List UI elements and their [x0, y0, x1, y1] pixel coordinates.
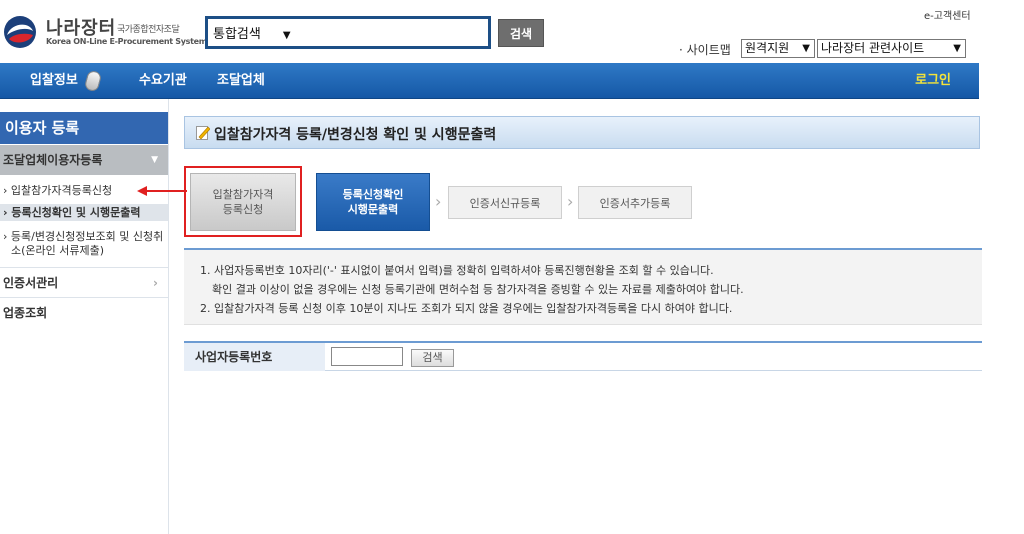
mouse-icon	[83, 69, 103, 93]
search-type-label: 통합검색	[213, 27, 261, 42]
notice-box: 1. 사업자등록번호 10자리('-' 표시없이 붙여서 입력)를 정확히 입력…	[184, 248, 982, 325]
related-sites-label: 나라장터 관련사이트	[821, 41, 925, 55]
chevron-right-icon: ›	[567, 192, 574, 211]
chevron-down-icon: ▼	[953, 43, 961, 54]
bizno-input[interactable]	[331, 347, 403, 366]
main-nav-bar: 입찰정보 수요기관 조달업체 로그인	[0, 63, 979, 99]
sidebar-group-label: 조달업체이용자등록	[3, 153, 103, 167]
nav-bid-info[interactable]: 입찰정보	[30, 63, 78, 99]
integrated-search-box[interactable]: 통합검색 ▼	[205, 16, 491, 49]
bizno-search-button[interactable]: 검색	[411, 349, 454, 367]
customer-center-link[interactable]: e-고객센터	[924, 7, 971, 22]
nav-demand-agency[interactable]: 수요기관	[139, 63, 187, 99]
notice-line: 2. 입찰참가자격 등록 신청 이후 10분이 지나도 조회가 되지 않을 경우…	[200, 302, 733, 315]
sidebar: 이용자 등록 조달업체이용자등록 ▼ › 입찰참가자격등록신청 › 등록신청확인…	[0, 99, 169, 534]
sidebar-title: 이용자 등록	[0, 112, 168, 144]
bizno-search-row: 사업자등록번호 검색	[184, 341, 982, 371]
bizno-label: 사업자등록번호	[184, 343, 325, 371]
sidebar-item-certificate[interactable]: 인증서관리 ›	[0, 267, 168, 297]
sidebar-item-industry-lookup[interactable]: 업종조회	[0, 297, 168, 327]
login-link[interactable]: 로그인	[915, 63, 951, 99]
sidebar-item-confirm-print[interactable]: › 등록신청확인 및 시행문출력	[0, 204, 168, 221]
step-label: 입찰참가자격	[212, 188, 274, 201]
sidebar-item-label: 인증서관리	[3, 276, 59, 290]
sitemap-link[interactable]: · 사이트맵	[679, 41, 731, 58]
logo-subtitle: 국가종합전자조달	[117, 25, 180, 35]
chevron-down-icon: ▼	[802, 43, 810, 54]
nav-supplier[interactable]: 조달업체	[217, 63, 265, 99]
step-label: 등록신청확인	[342, 188, 404, 201]
sidebar-item-change-inquiry[interactable]: › 등록/변경신청정보조회 및 신청취	[0, 230, 168, 243]
notice-line: 확인 결과 이상이 없을 경우에는 신청 등록기관에 면허수첩 등 참가자격을 …	[212, 283, 744, 296]
step-confirm-print[interactable]: 등록신청확인 시행문출력	[316, 173, 430, 231]
nara-logo-icon[interactable]	[3, 15, 37, 49]
search-button[interactable]: 검색	[498, 19, 544, 47]
red-arrow-annotation	[137, 186, 187, 196]
related-sites-select[interactable]: 나라장터 관련사이트 ▼	[817, 39, 966, 58]
remote-support-select[interactable]: 원격지원 ▼	[741, 39, 815, 58]
notice-line: 1. 사업자등록번호 10자리('-' 표시없이 붙여서 입력)를 정확히 입력…	[200, 264, 714, 277]
chevron-right-icon: ›	[435, 192, 442, 211]
page-title: 입찰참가자격 등록/변경신청 확인 및 시행문출력	[214, 127, 497, 143]
sidebar-item-change-inquiry-cont[interactable]: 소(온라인 서류제출)	[0, 244, 168, 257]
sidebar-group-supplier-registration[interactable]: 조달업체이용자등록 ▼	[0, 145, 168, 175]
sidebar-item-label: 업종조회	[3, 306, 48, 320]
step-add-certificate[interactable]: 인증서추가등록	[578, 186, 692, 219]
step-label: 시행문출력	[347, 203, 399, 216]
step-bid-qualification-apply[interactable]: 입찰참가자격 등록신청	[190, 173, 296, 231]
step-label: 등록신청	[222, 203, 264, 216]
triangle-down-icon: ▼	[151, 155, 158, 165]
chevron-down-icon: ▼	[282, 30, 291, 41]
remote-support-label: 원격지원	[745, 41, 790, 55]
pencil-note-icon	[196, 126, 210, 140]
step-new-certificate[interactable]: 인증서신규등록	[448, 186, 562, 219]
chevron-right-icon: ›	[153, 276, 158, 290]
page-title-bar: 입찰참가자격 등록/변경신청 확인 및 시행문출력	[184, 116, 980, 149]
logo-english-name: Korea ON-Line E-Procurement System	[46, 37, 207, 46]
search-type-select[interactable]: 통합검색 ▼	[213, 23, 291, 42]
